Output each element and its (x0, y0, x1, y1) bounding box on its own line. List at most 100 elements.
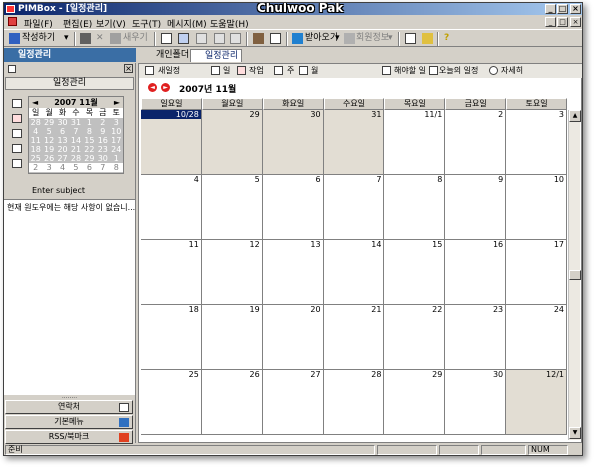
mini-day[interactable]: 2 (96, 118, 109, 127)
day-cell[interactable]: 29 (201, 110, 263, 175)
day-cell[interactable]: 11/1 (384, 110, 446, 175)
mini-day[interactable]: 14 (69, 136, 82, 145)
close-button[interactable]: × (570, 4, 581, 14)
tools-icon[interactable] (253, 33, 264, 44)
mini-day[interactable]: 9 (96, 127, 109, 136)
day-cell[interactable]: 10 (506, 175, 568, 240)
day-cell[interactable]: 21 (323, 305, 385, 370)
mini-day[interactable]: 11 (29, 136, 42, 145)
mini-day[interactable]: 1 (83, 118, 96, 127)
contacts-button[interactable]: 연락처 (5, 400, 133, 414)
doc-minimize-button[interactable]: _ (545, 17, 556, 27)
work-view-button[interactable]: 작업 (249, 66, 264, 76)
mini-day[interactable]: 23 (96, 145, 109, 154)
mini-day[interactable]: 26 (42, 154, 55, 163)
rss-bookmark-button[interactable]: RSS/북마크 (5, 430, 133, 444)
title-bar[interactable]: PIMBox - [일정관리] Chulwoo Pak _ □ × (4, 3, 582, 15)
day-cell[interactable]: 27 (262, 370, 324, 435)
day-cell[interactable]: 8 (384, 175, 446, 240)
mini-day[interactable]: 7 (69, 127, 82, 136)
day-cell[interactable]: 11 (141, 240, 202, 305)
help-icon[interactable]: ? (444, 32, 449, 45)
mini-day[interactable]: 5 (69, 163, 82, 172)
calendar-month-icon[interactable] (12, 129, 22, 138)
mini-day[interactable]: 7 (96, 163, 109, 172)
tab-schedule[interactable]: 일정관리 (190, 49, 242, 62)
day-cell[interactable]: 15 (384, 240, 446, 305)
mini-day[interactable]: 1 (110, 154, 123, 163)
sidebar-close-button[interactable]: × (124, 64, 133, 73)
reply-button[interactable]: 새우기 (123, 32, 148, 45)
search-icon[interactable] (422, 33, 433, 44)
doc-close-button[interactable]: × (570, 17, 581, 27)
day-cell[interactable]: 5 (201, 175, 263, 240)
month-view-button[interactable]: 월 (311, 66, 318, 76)
mini-day[interactable]: 4 (56, 163, 69, 172)
mini-day[interactable]: 28 (29, 118, 42, 127)
mini-day[interactable]: 6 (83, 163, 96, 172)
address-book-icon[interactable] (405, 33, 416, 44)
mini-day[interactable]: 28 (69, 154, 82, 163)
member-button[interactable]: 회원정보 (356, 32, 389, 45)
day-cell[interactable]: 13 (262, 240, 324, 305)
mini-day[interactable]: 2 (29, 163, 42, 172)
mini-day[interactable]: 3 (110, 118, 123, 127)
mini-day[interactable]: 19 (42, 145, 55, 154)
day-cell[interactable]: 24 (506, 305, 568, 370)
mini-day[interactable]: 3 (42, 163, 55, 172)
day-cell[interactable]: 25 (141, 370, 202, 435)
scroll-up-icon[interactable]: ▲ (569, 110, 581, 122)
picture-icon[interactable] (270, 33, 281, 44)
day-cell[interactable]: 22 (384, 305, 446, 370)
calendar-day-icon[interactable] (12, 99, 22, 108)
day-cell[interactable]: 17 (506, 240, 568, 305)
calendar-year-icon[interactable] (12, 144, 22, 153)
layout-icon[interactable] (161, 33, 172, 44)
mini-day[interactable]: 24 (110, 145, 123, 154)
day-cell[interactable]: 14 (323, 240, 385, 305)
day-cell[interactable]: 3 (506, 110, 568, 175)
mini-day[interactable]: 5 (42, 127, 55, 136)
sort-icon[interactable] (230, 33, 241, 44)
mini-day[interactable]: 6 (56, 127, 69, 136)
minimize-button[interactable]: _ (545, 4, 556, 14)
mini-day[interactable]: 16 (96, 136, 109, 145)
day-cell[interactable]: 2 (445, 110, 507, 175)
mini-day[interactable]: 8 (83, 127, 96, 136)
mini-next-icon[interactable]: ► (114, 97, 120, 108)
task-check-icon[interactable] (12, 159, 22, 168)
receive-dropdown-icon[interactable]: ▾ (335, 32, 340, 45)
columns-icon[interactable] (214, 33, 225, 44)
mini-day[interactable]: 22 (83, 145, 96, 154)
detail-button[interactable]: 자세히 (501, 66, 523, 76)
day-cell[interactable]: 31 (323, 110, 385, 175)
mini-prev-icon[interactable]: ◄ (32, 97, 38, 108)
day-cell[interactable]: 23 (445, 305, 507, 370)
print-icon[interactable] (80, 33, 91, 44)
compose-dropdown-icon[interactable]: ▾ (64, 32, 69, 45)
mini-day[interactable]: 8 (110, 163, 123, 172)
day-cell[interactable]: 19 (201, 305, 263, 370)
mini-day[interactable]: 31 (69, 118, 82, 127)
receive-button[interactable]: 받아오기 (305, 32, 338, 45)
day-cell[interactable]: 10/28 (141, 110, 202, 175)
day-cell[interactable]: 29 (384, 370, 446, 435)
day-cell[interactable]: 9 (445, 175, 507, 240)
scroll-down-icon[interactable]: ▼ (569, 427, 581, 439)
day-view-button[interactable]: 일 (223, 66, 230, 76)
mini-day[interactable]: 29 (42, 118, 55, 127)
mini-day[interactable]: 4 (29, 127, 42, 136)
pin-icon[interactable] (8, 65, 16, 73)
mini-day[interactable]: 12 (42, 136, 55, 145)
next-month-icon[interactable]: ► (161, 83, 170, 92)
day-cell[interactable]: 26 (201, 370, 263, 435)
mini-day[interactable]: 21 (69, 145, 82, 154)
calendar-week-icon[interactable] (12, 114, 22, 123)
new-schedule-button[interactable]: 새일정 (158, 66, 180, 76)
day-cell[interactable]: 7 (323, 175, 385, 240)
mini-day[interactable]: 25 (29, 154, 42, 163)
doc-restore-button[interactable]: □ (557, 17, 568, 27)
day-cell[interactable]: 28 (323, 370, 385, 435)
compose-button[interactable]: 작성하기 (22, 32, 55, 45)
enter-subject-hint[interactable]: Enter subject (32, 186, 85, 195)
